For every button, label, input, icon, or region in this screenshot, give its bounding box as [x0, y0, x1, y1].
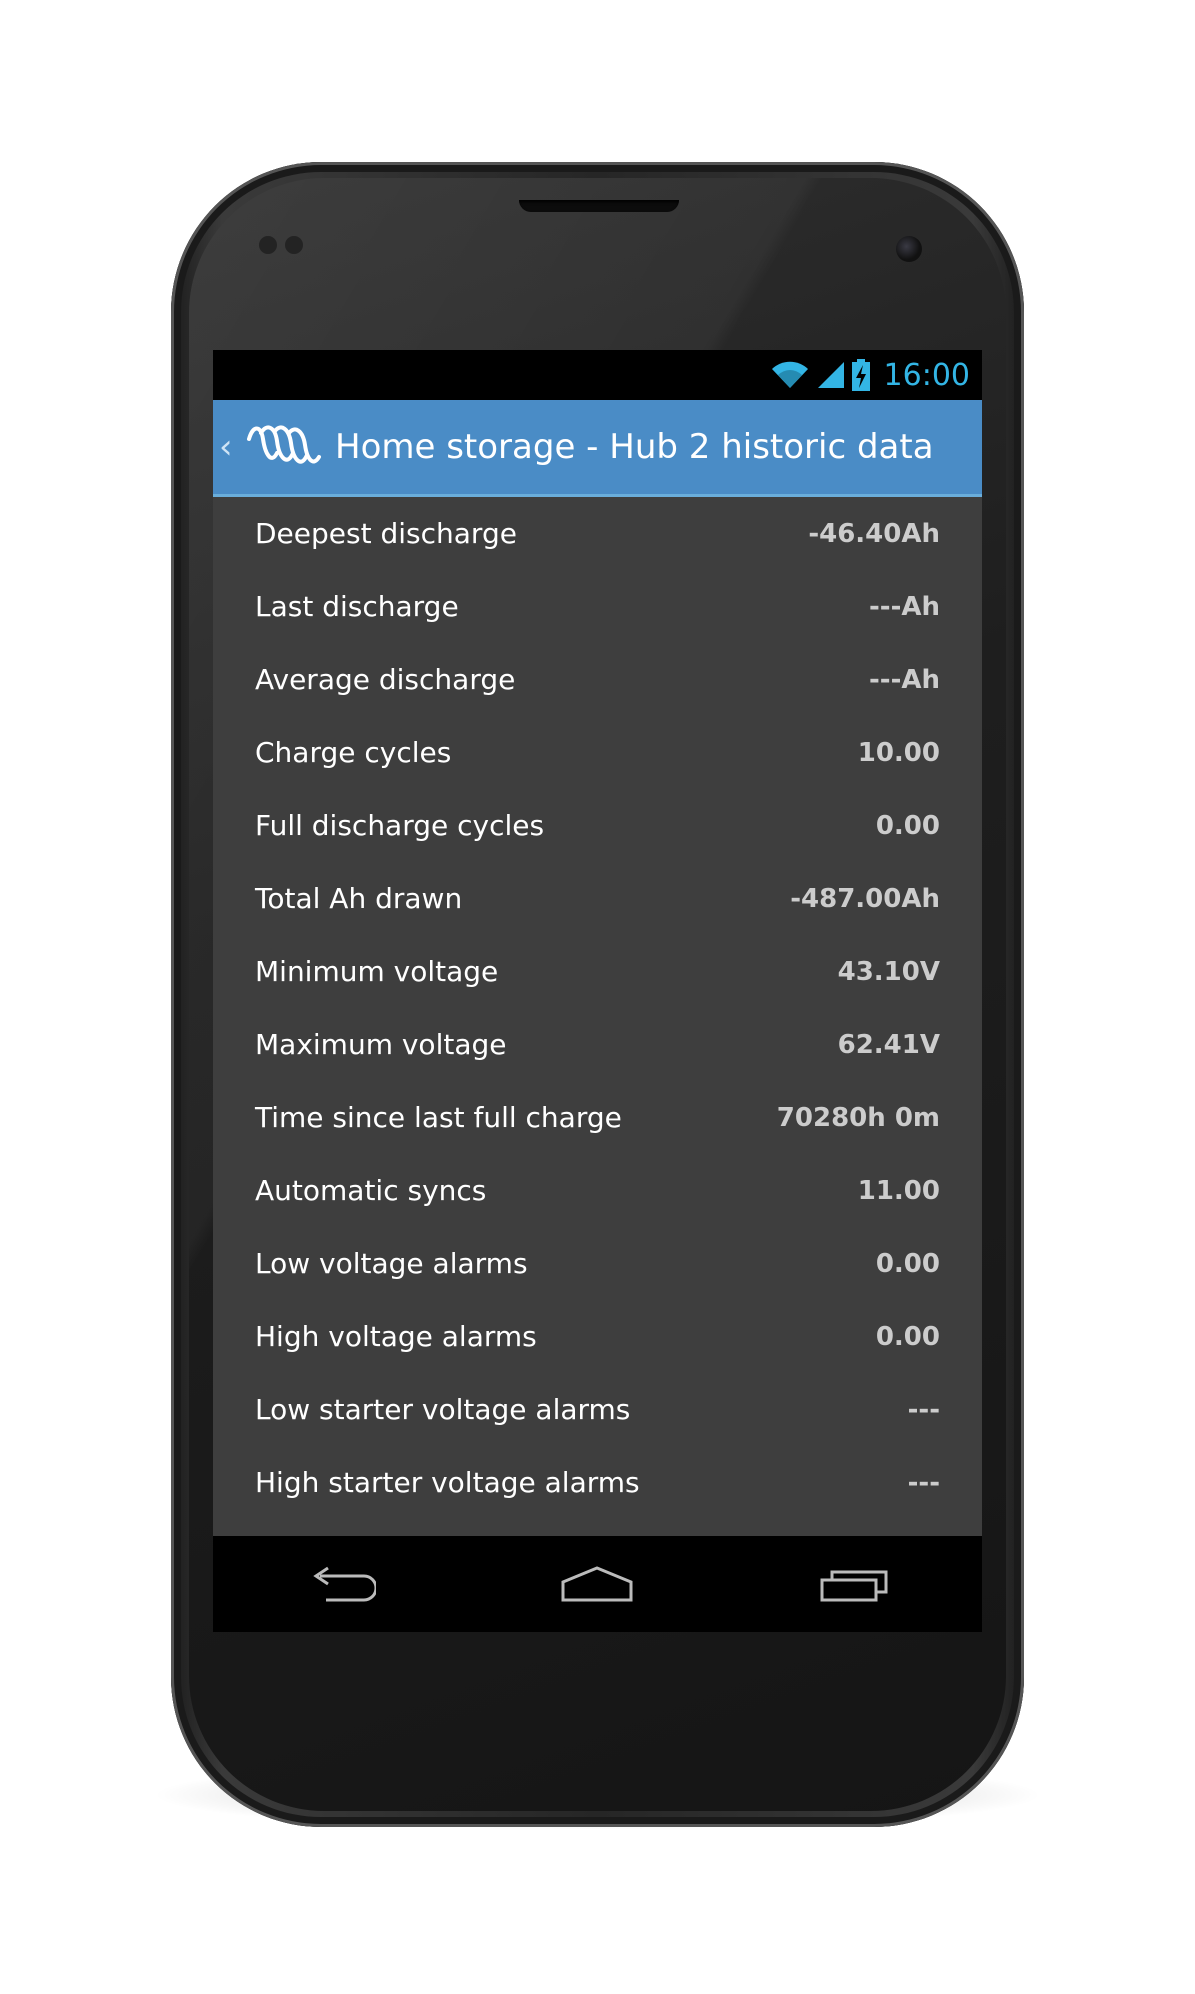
list-item-value: ---Ah: [868, 591, 940, 622]
list-item: Full discharge cycles 0.00: [213, 789, 982, 862]
status-bar: 16:00: [213, 350, 982, 400]
victron-logo-icon[interactable]: [243, 419, 323, 475]
list-item-label: Total Ah drawn: [255, 882, 463, 915]
list-item-label: Low starter voltage alarms: [255, 1393, 631, 1426]
back-icon: [313, 1566, 377, 1602]
list-item-label: Time since last full charge: [255, 1101, 622, 1134]
light-sensor: [285, 236, 303, 254]
list-item-label: Maximum voltage: [255, 1028, 507, 1061]
proximity-sensor: [259, 236, 277, 254]
front-camera: [896, 236, 922, 262]
list-item-value: 0.00: [875, 1248, 940, 1279]
list-item-value: ---: [907, 1467, 940, 1498]
navigation-bar: [213, 1536, 982, 1632]
recent-apps-icon: [820, 1570, 888, 1602]
list-item-label: Low voltage alarms: [255, 1247, 528, 1280]
list-item-label: Charge cycles: [255, 736, 452, 769]
list-item-label: Average discharge: [255, 663, 516, 696]
wifi-icon: [771, 361, 808, 388]
list-item: Total Ah drawn -487.00Ah: [213, 862, 982, 935]
list-item-label: High starter voltage alarms: [255, 1466, 640, 1499]
list-item: Low voltage alarms 0.00: [213, 1227, 982, 1300]
battery-charging-icon: [851, 359, 870, 391]
list-item-value: 43.10V: [837, 956, 940, 987]
list-item: Charge cycles 10.00: [213, 716, 982, 789]
list-item-label: Full discharge cycles: [255, 809, 545, 842]
list-item: Average discharge ---Ah: [213, 643, 982, 716]
list-item: Maximum voltage 62.41V: [213, 1008, 982, 1081]
list-item-value: -46.40Ah: [808, 518, 940, 549]
chevron-left-icon[interactable]: ‹: [219, 427, 239, 467]
list-item-label: High voltage alarms: [255, 1320, 537, 1353]
list-item: Time since last full charge 70280h 0m: [213, 1081, 982, 1154]
list-item-label: Deepest discharge: [255, 517, 517, 550]
screen: 16:00 ‹ Home storage - Hub 2 historic da…: [213, 350, 982, 1632]
list-item: Low starter voltage alarms ---: [213, 1373, 982, 1446]
status-icons: 16:00: [770, 356, 970, 394]
page: 16:00 ‹ Home storage - Hub 2 historic da…: [0, 0, 1195, 1994]
list-item-label: Last discharge: [255, 590, 459, 623]
home-button[interactable]: [547, 1554, 647, 1614]
list-item-value: ---: [907, 1394, 940, 1425]
list-item-value: 11.00: [857, 1175, 940, 1206]
recent-apps-button[interactable]: [804, 1554, 904, 1614]
historic-data-list: Deepest discharge -46.40Ah Last discharg…: [213, 497, 982, 1499]
list-item-label: Automatic syncs: [255, 1174, 487, 1207]
action-bar: ‹ Home storage - Hub 2 historic data: [213, 400, 982, 497]
status-clock: 16:00: [883, 357, 970, 393]
list-item: Last discharge ---Ah: [213, 570, 982, 643]
list-item: High voltage alarms 0.00: [213, 1300, 982, 1373]
list-item: Deepest discharge -46.40Ah: [213, 497, 982, 570]
list-item: High starter voltage alarms ---: [213, 1446, 982, 1519]
earpiece-speaker: [519, 200, 679, 212]
back-button[interactable]: [291, 1554, 391, 1614]
list-item-value: -487.00Ah: [790, 883, 940, 914]
list-item-value: 0.00: [875, 810, 940, 841]
list-item-label: Minimum voltage: [255, 955, 499, 988]
list-item: Automatic syncs 11.00: [213, 1154, 982, 1227]
list-item-value: 10.00: [857, 737, 940, 768]
list-item-value: 62.41V: [837, 1029, 940, 1060]
list-item-value: ---Ah: [868, 664, 940, 695]
page-title: Home storage - Hub 2 historic data: [335, 427, 934, 467]
list-item: Minimum voltage 43.10V: [213, 935, 982, 1008]
home-icon: [561, 1566, 633, 1602]
list-item-value: 0.00: [875, 1321, 940, 1352]
signal-icon: [817, 362, 844, 388]
list-item-value: 70280h 0m: [776, 1102, 940, 1133]
